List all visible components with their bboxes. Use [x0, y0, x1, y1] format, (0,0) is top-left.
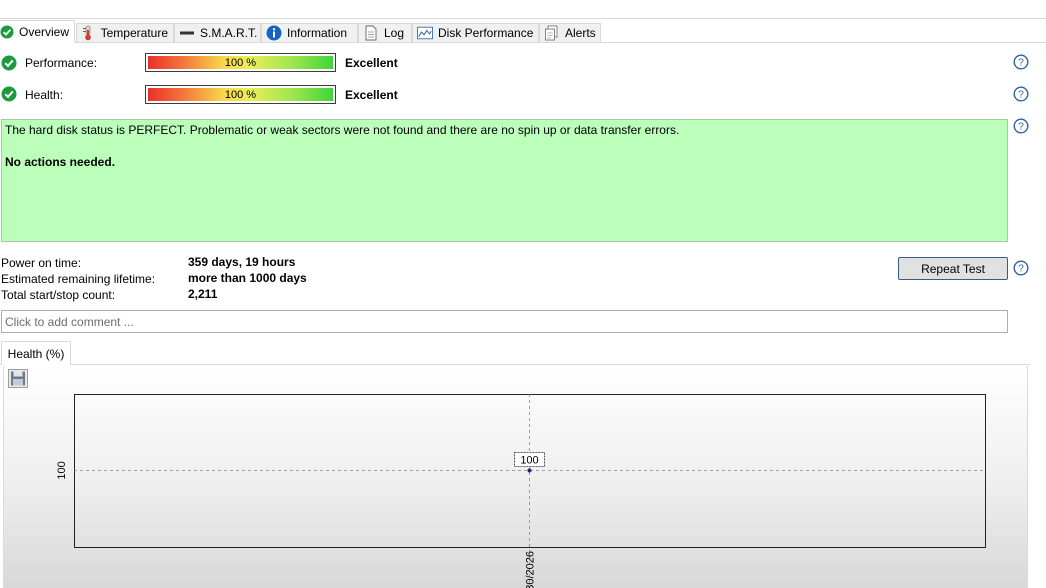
status-message: The hard disk status is PERFECT. Problem…	[5, 123, 680, 137]
tab-overview[interactable]: Overview	[0, 20, 75, 43]
lifetime-label: Estimated remaining lifetime:	[1, 272, 156, 286]
chart-tab-baseline	[0, 364, 1030, 365]
top-divider	[0, 18, 1046, 19]
alerts-icon	[544, 25, 560, 41]
smart-bar-icon	[179, 25, 195, 41]
power-on-value: 359 days, 19 hours	[188, 255, 296, 269]
document-icon	[363, 25, 379, 41]
tab-alerts[interactable]: Alerts	[539, 23, 601, 42]
tab-label: Overview	[19, 25, 70, 39]
repeat-test-button[interactable]: Repeat Test	[898, 257, 1008, 280]
tab-label: Temperature	[100, 26, 168, 40]
data-point	[527, 468, 532, 473]
health-help-icon[interactable]: ?	[1013, 86, 1029, 102]
tab-information[interactable]: Information	[261, 23, 358, 42]
health-bar-fill: 100 %	[148, 88, 333, 101]
health-chart: 100 100 30/2026	[56, 394, 986, 588]
svg-text:?: ?	[1018, 264, 1024, 275]
y-tick-label: 100	[56, 461, 68, 479]
tab-health-percent[interactable]: Health (%)	[1, 341, 71, 365]
repeat-test-help-icon[interactable]: ?	[1013, 260, 1029, 276]
data-label: 100	[520, 455, 538, 467]
tab-label: Log	[384, 26, 405, 40]
x-tick-label: 30/2026	[525, 551, 537, 588]
tab-label: Information	[287, 26, 348, 40]
health-label: Health:	[25, 88, 64, 102]
power-on-label: Power on time:	[1, 256, 82, 270]
status-action: No actions needed.	[5, 155, 116, 169]
tab-bar-baseline	[0, 42, 1046, 43]
health-rating: Excellent	[345, 88, 398, 102]
performance-rating: Excellent	[345, 56, 398, 70]
svg-text:?: ?	[1018, 122, 1024, 133]
performance-help-icon[interactable]: ?	[1013, 54, 1029, 70]
tab-temperature[interactable]: Temperature	[76, 23, 174, 42]
performance-label: Performance:	[25, 56, 98, 70]
tab-disk-performance[interactable]: Disk Performance	[412, 23, 539, 42]
status-help-icon[interactable]: ?	[1013, 118, 1029, 134]
health-check-icon	[1, 86, 17, 102]
startstop-value: 2,211	[188, 287, 218, 301]
performance-percent: 100 %	[224, 56, 257, 69]
status-message-box: The hard disk status is PERFECT. Problem…	[1, 119, 1008, 242]
info-icon	[266, 25, 282, 41]
performance-check-icon	[1, 55, 17, 71]
health-percent: 100 %	[224, 88, 257, 101]
tab-label: Alerts	[565, 26, 596, 40]
svg-text:?: ?	[1018, 90, 1024, 101]
health-bar: 100 %	[145, 85, 336, 104]
performance-chart-icon	[417, 25, 433, 41]
lifetime-value: more than 1000 days	[188, 271, 307, 285]
thermometer-icon	[81, 25, 96, 41]
tab-log[interactable]: Log	[358, 23, 412, 42]
check-circle-icon	[0, 24, 14, 40]
tab-label: Disk Performance	[438, 26, 534, 40]
performance-bar: 100 %	[145, 53, 336, 72]
comment-input[interactable]	[1, 310, 1008, 333]
startstop-label: Total start/stop count:	[1, 288, 116, 302]
performance-bar-fill: 100 %	[148, 56, 333, 69]
tab-label: S.M.A.R.T.	[200, 26, 258, 40]
tab-smart[interactable]: S.M.A.R.T.	[174, 23, 261, 42]
svg-text:?: ?	[1018, 58, 1024, 69]
